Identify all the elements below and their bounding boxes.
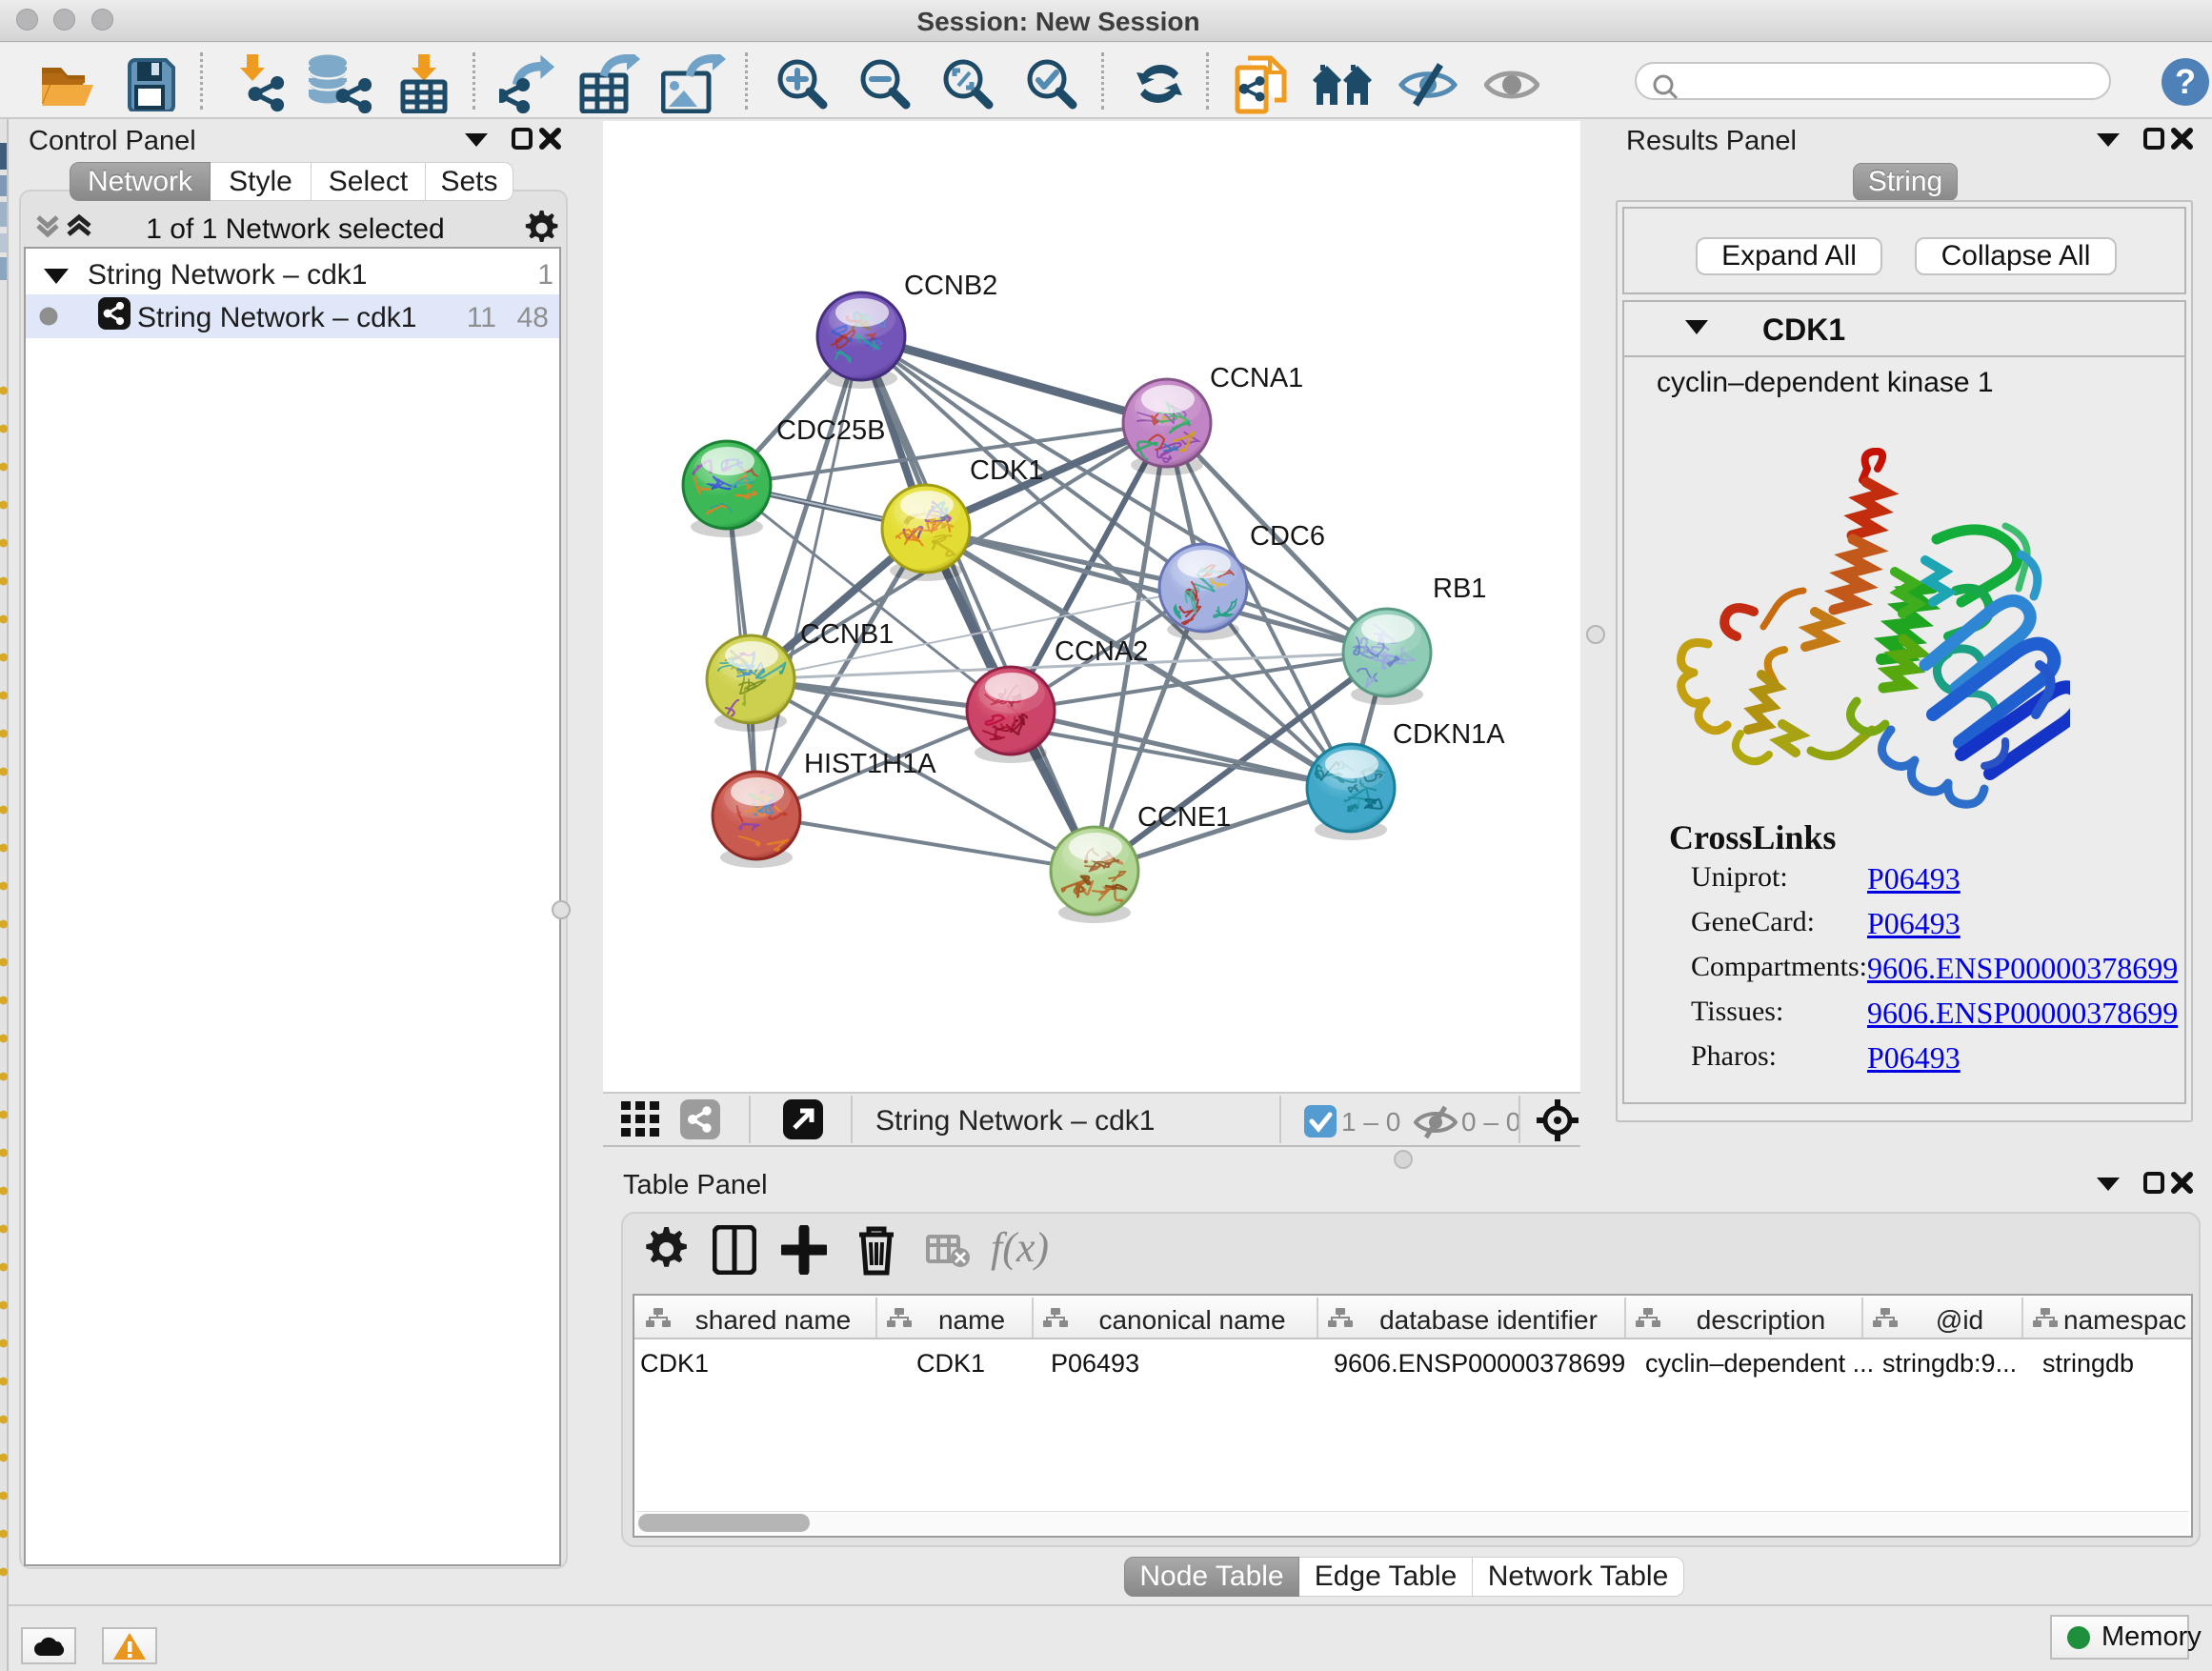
svg-text:CDKN1A: CDKN1A: [1393, 719, 1505, 750]
svg-text:RB1: RB1: [1433, 574, 1486, 604]
svg-text:CCNB1: CCNB1: [800, 619, 894, 650]
svg-text:CCNB2: CCNB2: [904, 271, 997, 301]
svg-text:CCNA1: CCNA1: [1210, 363, 1303, 393]
svg-text:CDC6: CDC6: [1250, 521, 1325, 552]
svg-text:CCNA2: CCNA2: [1055, 636, 1148, 667]
svg-text:CDK1: CDK1: [970, 455, 1043, 486]
svg-text:CDC25B: CDC25B: [776, 415, 885, 446]
svg-text:?: ?: [2175, 62, 2196, 101]
svg-text:HIST1H1A: HIST1H1A: [804, 749, 936, 779]
svg-text:CCNE1: CCNE1: [1137, 802, 1231, 833]
